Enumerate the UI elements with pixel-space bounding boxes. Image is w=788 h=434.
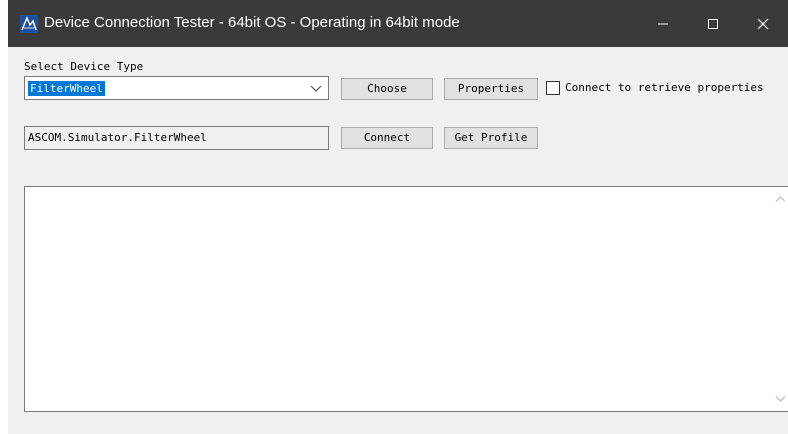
minimize-button[interactable]: [638, 0, 688, 47]
vertical-scrollbar[interactable]: [772, 187, 788, 411]
main-window: Device Connection Tester - 64bit OS - Op…: [8, 0, 788, 434]
chevron-down-icon: [310, 85, 322, 92]
close-icon: [757, 18, 769, 29]
close-button[interactable]: [738, 0, 788, 47]
prog-id-field: ASCOM.Simulator.FilterWheel: [24, 126, 329, 150]
device-type-label: Select Device Type: [24, 60, 144, 73]
choose-button[interactable]: Choose: [341, 78, 433, 100]
title-bar[interactable]: Device Connection Tester - 64bit OS - Op…: [8, 0, 788, 47]
device-type-select[interactable]: FilterWheel: [24, 76, 329, 100]
ascom-app-icon: [20, 15, 38, 33]
properties-button[interactable]: Properties: [444, 78, 538, 100]
maximize-icon: [708, 18, 718, 29]
get-profile-button[interactable]: Get Profile: [444, 127, 538, 149]
scroll-up-icon[interactable]: [775, 195, 786, 203]
output-textarea[interactable]: [24, 186, 788, 412]
maximize-button[interactable]: [688, 0, 738, 47]
connect-to-retrieve-label[interactable]: Connect to retrieve properties: [565, 81, 764, 95]
device-type-selected-value: FilterWheel: [28, 81, 105, 96]
minimize-icon: [658, 23, 668, 24]
scroll-down-icon[interactable]: [775, 395, 786, 403]
connect-to-retrieve-checkbox[interactable]: [546, 81, 560, 95]
window-title: Device Connection Tester - 64bit OS - Op…: [44, 14, 460, 31]
connect-button[interactable]: Connect: [341, 127, 433, 149]
